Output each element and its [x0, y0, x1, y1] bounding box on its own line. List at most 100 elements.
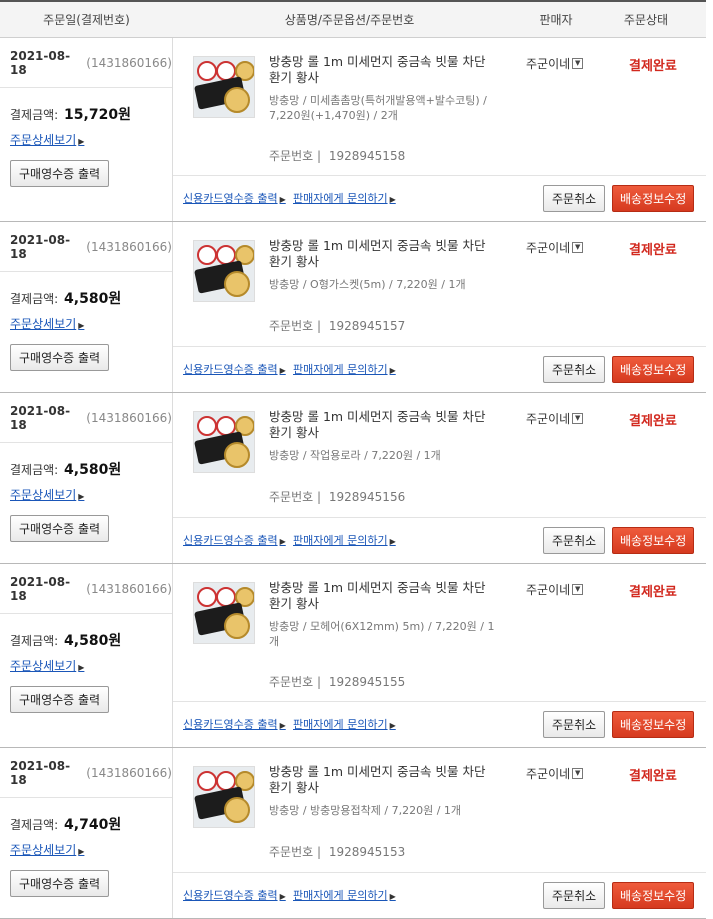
card-receipt-link[interactable]: 신용카드영수증 출력 ▶	[183, 887, 286, 903]
print-receipt-button[interactable]: 구매영수증 출력	[10, 870, 110, 897]
cancel-order-button[interactable]: 주문취소	[543, 527, 606, 554]
seller-name: 주군이네	[526, 57, 571, 71]
chevron-down-icon[interactable]: ▼	[572, 58, 584, 69]
ask-seller-link[interactable]: 판매자에게 문의하기 ▶	[293, 190, 396, 206]
order-actions: 신용카드영수증 출력 ▶ 판매자에게 문의하기 ▶ 주문취소 배송정보수정	[173, 701, 706, 747]
print-receipt-button[interactable]: 구매영수증 출력	[10, 515, 110, 542]
order-row: 2021-08-18 (1431860166) 결제금액: 4,740원 주문상…	[0, 748, 706, 919]
order-row: 2021-08-18 (1431860166) 결제금액: 15,720원 주문…	[0, 38, 706, 222]
order-date: 2021-08-18	[10, 403, 71, 432]
payment-number: (1431860166)	[86, 410, 172, 425]
no-bug-icon	[197, 416, 217, 436]
ask-seller-link[interactable]: 판매자에게 문의하기 ▶	[293, 716, 396, 732]
arrow-right-icon: ▶	[78, 321, 85, 330]
order-detail-label: 주문상세보기	[10, 133, 77, 147]
order-number-row: 주문번호 | 1928945157	[269, 317, 405, 334]
edit-shipping-button[interactable]: 배송정보수정	[612, 527, 695, 554]
seller[interactable]: 주군이네 ▼	[526, 765, 584, 782]
order-detail-link[interactable]: 주문상세보기 ▶	[10, 841, 172, 858]
arrow-right-icon: ▶	[389, 195, 396, 204]
order-number: 1928945156	[328, 490, 406, 504]
order-detail-link[interactable]: 주문상세보기 ▶	[10, 657, 172, 674]
product-thumbnail[interactable]	[193, 240, 255, 302]
print-receipt-button[interactable]: 구매영수증 출력	[10, 344, 110, 371]
seller[interactable]: 주군이네 ▼	[526, 410, 584, 427]
order-summary: 2021-08-18 (1431860166) 결제금액: 4,580원 주문상…	[0, 393, 173, 563]
card-receipt-label: 신용카드영수증 출력	[183, 363, 278, 376]
order-date-row: 2021-08-18 (1431860166)	[0, 393, 172, 443]
product-thumbnail[interactable]	[193, 582, 255, 644]
payment-amount-row: 결제금액: 4,740원	[0, 798, 172, 834]
order-detail: 방충망 롤 1m 미세먼지 중금속 빗물 차단 환기 황사 방충망 / 방충망용…	[173, 748, 706, 918]
order-detail-link[interactable]: 주문상세보기 ▶	[10, 131, 172, 148]
chevron-down-icon[interactable]: ▼	[572, 584, 584, 595]
card-receipt-label: 신용카드영수증 출력	[183, 889, 278, 902]
order-number-label: 주문번호 |	[269, 845, 322, 859]
payment-amount-row: 결제금액: 4,580원	[0, 443, 172, 479]
card-receipt-label: 신용카드영수증 출력	[183, 718, 278, 731]
payment-amount: 15,720원	[64, 107, 131, 123]
payment-amount: 4,580원	[64, 633, 122, 649]
card-receipt-link[interactable]: 신용카드영수증 출력 ▶	[183, 532, 286, 548]
product-thumbnail[interactable]	[193, 56, 255, 118]
order-detail-link[interactable]: 주문상세보기 ▶	[10, 315, 172, 332]
arrow-right-icon: ▶	[78, 492, 85, 501]
cancel-order-button[interactable]: 주문취소	[543, 185, 606, 212]
seller[interactable]: 주군이네 ▼	[526, 55, 584, 72]
print-receipt-button[interactable]: 구매영수증 출력	[10, 160, 110, 187]
seller[interactable]: 주군이네 ▼	[526, 581, 584, 598]
product-name[interactable]: 방충망 롤 1m 미세먼지 중금속 빗물 차단 환기 황사	[269, 409, 499, 441]
edit-shipping-button[interactable]: 배송정보수정	[612, 185, 695, 212]
order-date-row: 2021-08-18 (1431860166)	[0, 38, 172, 88]
order-status: 결제완료	[629, 414, 677, 429]
chevron-down-icon[interactable]: ▼	[572, 413, 584, 424]
product-thumbnail[interactable]	[193, 766, 255, 828]
print-receipt-button[interactable]: 구매영수증 출력	[10, 686, 110, 713]
arrow-right-icon: ▶	[78, 137, 85, 146]
seller-name: 주군이네	[526, 412, 571, 426]
product-thumbnail[interactable]	[193, 411, 255, 473]
product-name[interactable]: 방충망 롤 1m 미세먼지 중금속 빗물 차단 환기 황사	[269, 54, 499, 86]
edit-shipping-button[interactable]: 배송정보수정	[612, 882, 695, 909]
cancel-order-button[interactable]: 주문취소	[543, 711, 606, 738]
ask-seller-link[interactable]: 판매자에게 문의하기 ▶	[293, 532, 396, 548]
order-number: 1928945158	[328, 149, 406, 163]
product-name[interactable]: 방충망 롤 1m 미세먼지 중금속 빗물 차단 환기 황사	[269, 238, 499, 270]
cancel-order-button[interactable]: 주문취소	[543, 882, 606, 909]
payment-amount-row: 결제금액: 15,720원	[0, 88, 172, 124]
order-date: 2021-08-18	[10, 48, 71, 77]
cancel-order-button[interactable]: 주문취소	[543, 356, 606, 383]
product-name[interactable]: 방충망 롤 1m 미세먼지 중금속 빗물 차단 환기 황사	[269, 580, 499, 612]
ask-seller-label: 판매자에게 문의하기	[293, 363, 388, 376]
arrow-right-icon: ▶	[279, 721, 286, 730]
ask-seller-link[interactable]: 판매자에게 문의하기 ▶	[293, 887, 396, 903]
product-option: 방충망 / 미세촘촘망(특허개발용액+발수코팅) / 7,220원(+1,470…	[269, 94, 487, 122]
ask-seller-link[interactable]: 판매자에게 문의하기 ▶	[293, 361, 396, 377]
seal-icon	[224, 442, 250, 468]
order-number-row: 주문번호 | 1928945158	[269, 147, 405, 164]
edit-shipping-button[interactable]: 배송정보수정	[612, 356, 695, 383]
edit-shipping-button[interactable]: 배송정보수정	[612, 711, 695, 738]
order-number-row: 주문번호 | 1928945155	[269, 673, 405, 690]
card-receipt-link[interactable]: 신용카드영수증 출력 ▶	[183, 361, 286, 377]
product-name[interactable]: 방충망 롤 1m 미세먼지 중금속 빗물 차단 환기 황사	[269, 764, 499, 796]
order-detail: 방충망 롤 1m 미세먼지 중금속 빗물 차단 환기 황사 방충망 / 미세촘촘…	[173, 38, 706, 221]
order-detail-link[interactable]: 주문상세보기 ▶	[10, 486, 172, 503]
order-detail-label: 주문상세보기	[10, 488, 77, 502]
seal-icon	[224, 87, 250, 113]
arrow-right-icon: ▶	[389, 537, 396, 546]
order-number-row: 주문번호 | 1928945156	[269, 488, 405, 505]
no-bug-icon	[197, 61, 217, 81]
payment-number: (1431860166)	[86, 765, 172, 780]
chevron-down-icon[interactable]: ▼	[572, 242, 584, 253]
seller[interactable]: 주군이네 ▼	[526, 239, 584, 256]
card-receipt-link[interactable]: 신용카드영수증 출력 ▶	[183, 716, 286, 732]
order-row: 2021-08-18 (1431860166) 결제금액: 4,580원 주문상…	[0, 393, 706, 564]
chevron-down-icon[interactable]: ▼	[572, 768, 584, 779]
card-receipt-link[interactable]: 신용카드영수증 출력 ▶	[183, 190, 286, 206]
payment-number: (1431860166)	[86, 581, 172, 596]
order-actions: 신용카드영수증 출력 ▶ 판매자에게 문의하기 ▶ 주문취소 배송정보수정	[173, 517, 706, 563]
order-actions: 신용카드영수증 출력 ▶ 판매자에게 문의하기 ▶ 주문취소 배송정보수정	[173, 346, 706, 392]
order-summary: 2021-08-18 (1431860166) 결제금액: 4,580원 주문상…	[0, 222, 173, 392]
order-detail-label: 주문상세보기	[10, 843, 77, 857]
